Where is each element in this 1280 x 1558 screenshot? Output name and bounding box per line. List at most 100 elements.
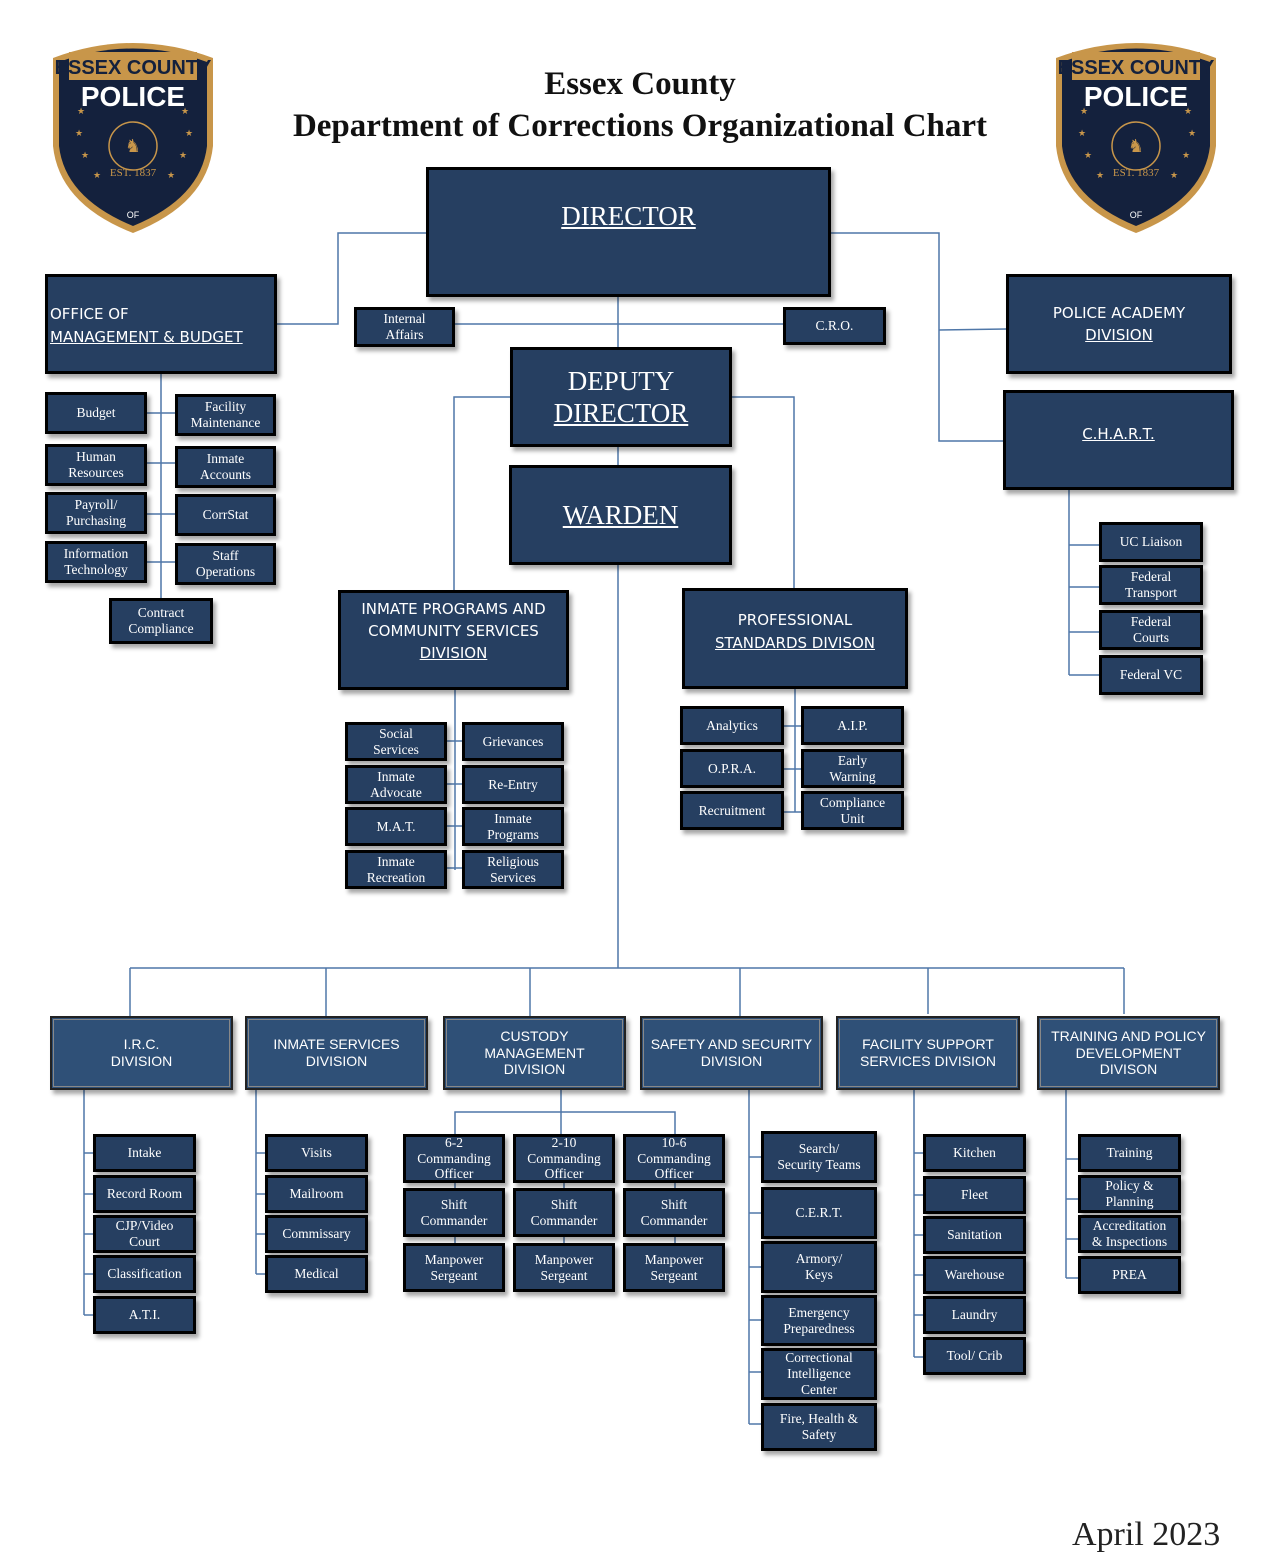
inmate-services-unit[interactable]: Medical — [265, 1255, 368, 1293]
chart-unit[interactable]: Federal Courts — [1099, 610, 1203, 650]
svg-text:OF: OF — [127, 210, 140, 220]
omb-box[interactable]: OFFICE OF MANAGEMENT & BUDGET — [45, 274, 277, 374]
psd-unit[interactable]: Early Warning — [801, 749, 904, 788]
psd-unit[interactable]: Compliance Unit — [801, 791, 904, 830]
omb-line2: MANAGEMENT & BUDGET — [50, 327, 243, 346]
warden-box[interactable]: WARDEN — [509, 465, 732, 565]
svg-text:★: ★ — [81, 150, 89, 160]
training-unit[interactable]: Accreditation & Inspections — [1078, 1215, 1181, 1253]
psd-unit[interactable]: Analytics — [680, 706, 784, 745]
professional-standards-division-box[interactable]: PROFESSIONAL STANDARDS DIVISON — [682, 588, 908, 689]
irc-unit[interactable]: Classification — [93, 1255, 196, 1293]
training-unit[interactable]: PREA — [1078, 1256, 1181, 1294]
line-deputy-psd — [731, 396, 795, 590]
irc-unit[interactable]: CJP/Video Court — [93, 1215, 196, 1253]
division-box[interactable]: FACILITY SUPPORT SERVICES DIVISION — [836, 1016, 1020, 1090]
facility-unit[interactable]: Fleet — [923, 1176, 1026, 1214]
omb-unit[interactable]: CorrStat — [175, 494, 276, 536]
commanding-officer-box[interactable]: 2-10 Commanding Officer — [513, 1134, 615, 1183]
police-academy-line1: POLICE ACADEMY — [1052, 303, 1186, 322]
line-deputy-ipcs — [453, 396, 511, 592]
inmate-programs-division-box[interactable]: INMATE PROGRAMS AND COMMUNITY SERVICES D… — [338, 590, 569, 690]
inmate-services-unit[interactable]: Mailroom — [265, 1175, 368, 1213]
omb-unit[interactable]: Human Resources — [45, 444, 147, 486]
deputy-director-line2: DIRECTOR — [553, 398, 689, 428]
svg-text:★: ★ — [93, 170, 101, 180]
ipcs-unit[interactable]: Inmate Recreation — [345, 850, 447, 889]
svg-text:★: ★ — [1182, 150, 1190, 160]
safety-unit[interactable]: Fire, Health & Safety — [761, 1403, 877, 1451]
division-box[interactable]: CUSTODY MANAGEMENT DIVISION — [443, 1016, 626, 1090]
svg-text:★: ★ — [179, 150, 187, 160]
cro-box[interactable]: C.R.O. — [783, 307, 886, 345]
manpower-sergeant-box[interactable]: Manpower Sergeant — [513, 1243, 615, 1292]
svg-text:EST. 1837: EST. 1837 — [110, 167, 157, 179]
inmate-services-unit[interactable]: Visits — [265, 1134, 368, 1172]
facility-unit[interactable]: Laundry — [923, 1296, 1026, 1334]
chart-unit[interactable]: Federal Transport — [1099, 565, 1203, 605]
police-academy-box[interactable]: POLICE ACADEMY DIVISION — [1006, 274, 1232, 374]
omb-unit[interactable]: Inmate Accounts — [175, 446, 276, 488]
chart-unit[interactable]: Federal VC — [1099, 655, 1203, 695]
shift-commander-box[interactable]: Shift Commander — [623, 1188, 725, 1237]
chart-division-label: C.H.A.R.T. — [1082, 425, 1155, 443]
irc-unit[interactable]: Intake — [93, 1134, 196, 1172]
commanding-officer-box[interactable]: 6-2 Commanding Officer — [403, 1134, 505, 1183]
omb-unit[interactable]: Budget — [45, 392, 147, 434]
training-unit[interactable]: Policy & Planning — [1078, 1175, 1181, 1213]
omb-unit[interactable]: Information Technology — [45, 541, 147, 583]
psd-unit[interactable]: O.P.R.A. — [680, 749, 784, 788]
psd-line2: STANDARDS DIVISON — [714, 633, 876, 652]
omb-unit-contract-compliance[interactable]: Contract Compliance — [109, 598, 213, 644]
commanding-officer-box[interactable]: 10-6 Commanding Officer — [623, 1134, 725, 1183]
ipcs-unit[interactable]: Inmate Programs — [462, 807, 564, 846]
ipcs-unit[interactable]: Inmate Advocate — [345, 765, 447, 804]
ipcs-line1: INMATE PROGRAMS AND — [361, 600, 546, 618]
psd-unit[interactable]: Recruitment — [680, 791, 784, 830]
facility-unit[interactable]: Sanitation — [923, 1216, 1026, 1254]
omb-unit[interactable]: Facility Maintenance — [175, 394, 276, 436]
ipcs-unit[interactable]: M.A.T. — [345, 807, 447, 846]
irc-unit[interactable]: Record Room — [93, 1175, 196, 1213]
safety-unit[interactable]: C.E.R.T. — [761, 1187, 877, 1239]
inmate-services-unit[interactable]: Commissary — [265, 1215, 368, 1253]
facility-unit[interactable]: Tool/ Crib — [923, 1337, 1026, 1375]
division-box[interactable]: TRAINING AND POLICY DEVELOPMENT DIVISON — [1037, 1016, 1220, 1090]
ipcs-unit[interactable]: Grievances — [462, 722, 564, 761]
deputy-director-line1: DEPUTY — [567, 365, 675, 396]
deputy-director-box[interactable]: DEPUTY DIRECTOR — [510, 347, 732, 447]
internal-affairs-box[interactable]: Internal Affairs — [354, 307, 455, 347]
facility-unit[interactable]: Kitchen — [923, 1134, 1026, 1172]
division-box[interactable]: INMATE SERVICES DIVISION — [245, 1016, 428, 1090]
ipcs-unit[interactable]: Re-Entry — [462, 765, 564, 804]
safety-unit[interactable]: Search/ Security Teams — [761, 1131, 877, 1183]
ipcs-unit[interactable]: Religious Services — [462, 850, 564, 889]
ipcs-line3: DIVISION — [419, 643, 488, 662]
manpower-sergeant-box[interactable]: Manpower Sergeant — [403, 1243, 505, 1292]
director-box[interactable]: DIRECTOR — [426, 167, 831, 297]
manpower-sergeant-box[interactable]: Manpower Sergeant — [623, 1243, 725, 1292]
omb-line1: OFFICE OF — [50, 305, 129, 323]
safety-unit[interactable]: Armory/ Keys — [761, 1241, 877, 1293]
chart-division-box[interactable]: C.H.A.R.T. — [1003, 390, 1234, 490]
director-label: DIRECTOR — [561, 201, 696, 231]
safety-unit[interactable]: Correctional Intelligence Center — [761, 1348, 877, 1400]
svg-text:OF: OF — [1130, 210, 1143, 220]
omb-unit[interactable]: Payroll/ Purchasing — [45, 492, 147, 534]
facility-unit[interactable]: Warehouse — [923, 1256, 1026, 1294]
shift-commander-box[interactable]: Shift Commander — [403, 1188, 505, 1237]
svg-text:★: ★ — [167, 170, 175, 180]
irc-unit[interactable]: A.T.I. — [93, 1296, 196, 1334]
shift-commander-box[interactable]: Shift Commander — [513, 1188, 615, 1237]
division-box[interactable]: I.R.C. DIVISION — [50, 1016, 233, 1090]
chart-unit[interactable]: UC Liaison — [1099, 522, 1203, 562]
ipcs-line2: COMMUNITY SERVICES — [368, 621, 539, 640]
psd-line1: PROFESSIONAL — [737, 611, 853, 629]
safety-unit[interactable]: Emergency Preparedness — [761, 1295, 877, 1346]
division-box[interactable]: SAFETY AND SECURITY DIVISION — [640, 1016, 823, 1090]
svg-text:★: ★ — [1170, 170, 1178, 180]
training-unit[interactable]: Training — [1078, 1134, 1181, 1172]
ipcs-unit[interactable]: Social Services — [345, 722, 447, 761]
psd-unit[interactable]: A.I.P. — [801, 706, 904, 745]
omb-unit[interactable]: Staff Operations — [175, 543, 276, 585]
